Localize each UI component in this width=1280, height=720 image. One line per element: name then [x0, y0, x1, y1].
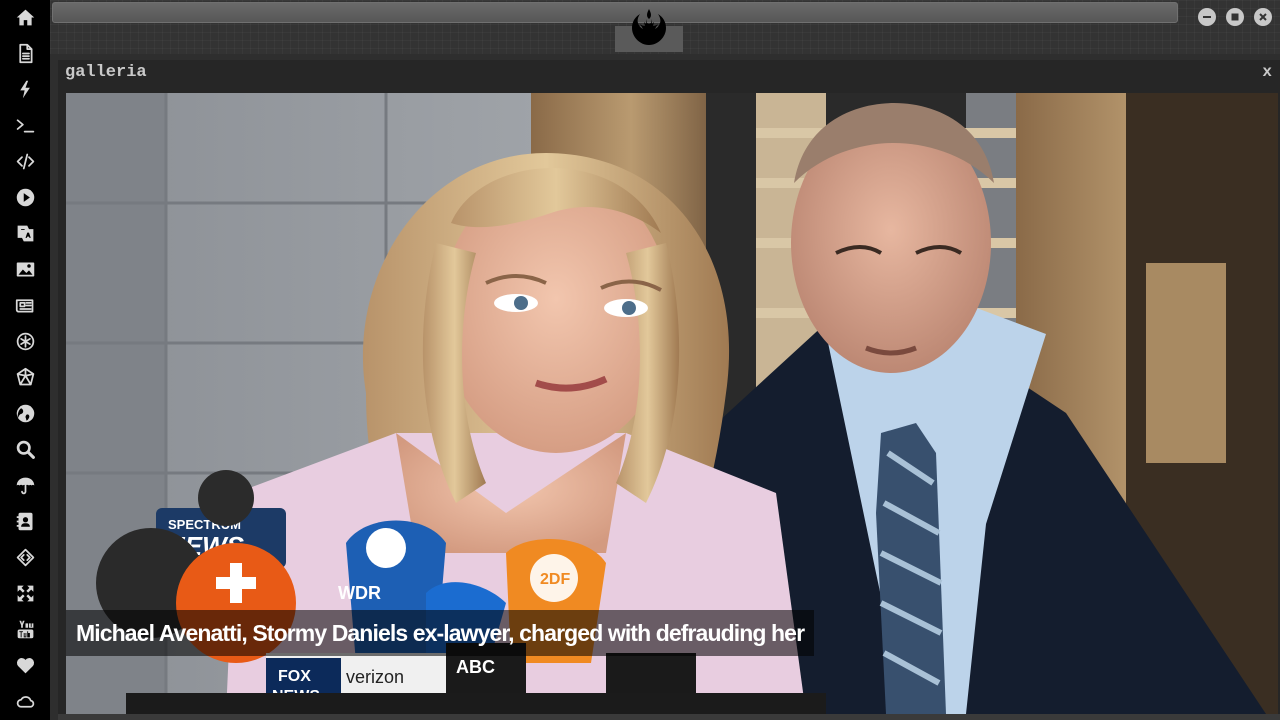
- sidebar-item-image[interactable]: [4, 254, 46, 284]
- sidebar-item-umbrella[interactable]: [4, 470, 46, 500]
- window-bottom-edge: [58, 714, 1280, 720]
- image-icon: [16, 262, 34, 276]
- sidebar-item-document[interactable]: [4, 38, 46, 68]
- asterisk-circle-icon: [16, 332, 34, 350]
- sidebar-item-heart[interactable]: [4, 650, 46, 680]
- heart-icon: [16, 657, 34, 673]
- mic-fox-label: FOX: [278, 668, 311, 685]
- mic-zdf-label: 2DF: [540, 571, 570, 588]
- sidebar-item-newspaper[interactable]: [4, 290, 46, 320]
- sidebar-item-translate[interactable]: [4, 218, 46, 248]
- close-icon: [1259, 13, 1267, 21]
- close-window-button[interactable]: [1254, 8, 1272, 26]
- code-diamond-icon: [16, 548, 34, 566]
- home-icon: [16, 9, 34, 25]
- cloud-icon: [16, 695, 34, 708]
- sidebar-item-code-diamond[interactable]: [4, 542, 46, 572]
- contacts-icon: [16, 512, 32, 530]
- gallery-window: galleria x SPECTRUM NEWS WDR 2DF verizon…: [58, 60, 1280, 720]
- sidebar-item-lightning[interactable]: [4, 74, 46, 104]
- code-icon: [16, 153, 34, 169]
- minimize-button[interactable]: [1198, 8, 1216, 26]
- sidebar-item-cloud[interactable]: [4, 686, 46, 716]
- youtube-icon: [17, 620, 33, 638]
- mic-abc-label: ABC: [456, 657, 495, 677]
- umbrella-icon: [16, 477, 34, 494]
- play-icon: [16, 188, 34, 206]
- photo-caption: Michael Avenatti, Stormy Daniels ex-lawy…: [76, 619, 805, 646]
- sidebar-item-asterisk[interactable]: [4, 326, 46, 356]
- cube-icon: [16, 367, 34, 385]
- search-icon: [16, 440, 35, 459]
- lightning-icon: [19, 80, 30, 98]
- sidebar-item-play[interactable]: [4, 182, 46, 212]
- sidebar-item-globe[interactable]: [4, 398, 46, 428]
- sidebar-item-youtube[interactable]: [4, 614, 46, 644]
- mic-verizon-label: verizon: [346, 667, 404, 687]
- terminal-icon: [16, 118, 34, 132]
- sidebar-item-expand[interactable]: [4, 578, 46, 608]
- globe-icon: [16, 404, 34, 422]
- sidebar-item-cube[interactable]: [4, 362, 46, 392]
- sidebar-item-terminal[interactable]: [4, 110, 46, 140]
- sidebar-item-code[interactable]: [4, 146, 46, 176]
- newspaper-icon: [15, 298, 33, 312]
- maximize-button[interactable]: [1226, 8, 1244, 26]
- sidebar-item-search[interactable]: [4, 434, 46, 464]
- address-bar[interactable]: [52, 2, 1178, 23]
- sidebar: [0, 0, 50, 720]
- minimize-icon: [1203, 16, 1211, 18]
- maximize-icon: [1231, 13, 1239, 21]
- gallery-photo[interactable]: SPECTRUM NEWS WDR 2DF verizon FOX NEWS A…: [66, 93, 1278, 714]
- document-icon: [18, 43, 32, 63]
- top-bar: [50, 0, 1280, 54]
- window-close-button[interactable]: x: [1262, 63, 1272, 81]
- sidebar-item-home[interactable]: [4, 2, 46, 32]
- window-title: galleria: [65, 63, 147, 82]
- expand-icon: [17, 585, 33, 601]
- caption-box: Michael Avenatti, Stormy Daniels ex-lawy…: [66, 610, 815, 656]
- rebel-alliance-logo-icon[interactable]: [628, 8, 670, 48]
- mic-wdr-label: WDR: [338, 583, 381, 603]
- window-title-bar[interactable]: galleria x: [58, 60, 1280, 90]
- translate-icon: [17, 225, 33, 241]
- sidebar-item-contacts[interactable]: [4, 506, 46, 536]
